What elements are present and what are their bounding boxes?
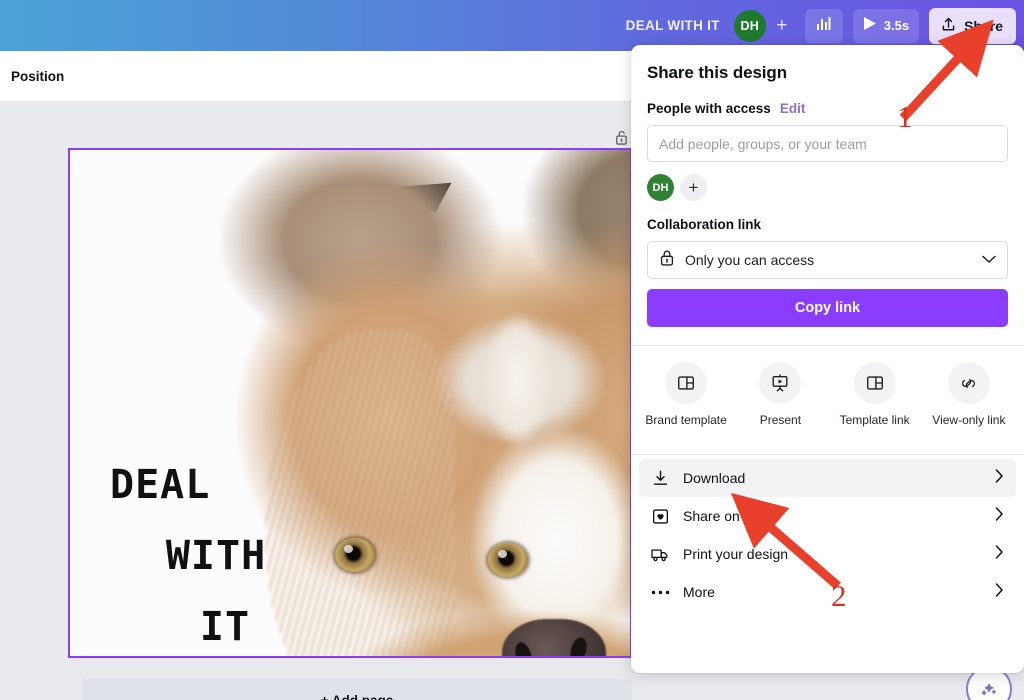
meme-line-2: WITH	[165, 533, 267, 580]
present-icon	[759, 362, 802, 404]
quick-actions-row: Brand template Present Template link Vie…	[631, 346, 1024, 436]
quick-action-label: Template link	[839, 413, 910, 427]
share-menu-list: Download Share on social Print your desi…	[631, 455, 1024, 619]
people-with-access-row: People with access Edit	[647, 101, 1008, 116]
menu-item-print-your-design[interactable]: Print your design	[639, 535, 1016, 573]
access-level-value: Only you can access	[685, 252, 815, 268]
quick-action-view-only-link[interactable]: View-only link	[922, 362, 1016, 428]
print-truck-icon	[650, 545, 670, 564]
dog-eye-left	[488, 543, 528, 577]
top-bar: DEAL WITH IT DH + 3.5s Share	[0, 0, 1024, 51]
download-icon	[650, 469, 670, 488]
add-member-button[interactable]: +	[680, 174, 707, 201]
share-upload-icon	[940, 16, 957, 36]
add-collaborator-button[interactable]: +	[769, 13, 795, 39]
collaboration-link-label: Collaboration link	[647, 217, 762, 232]
bar-chart-icon	[815, 15, 832, 37]
eye-highlight	[344, 545, 353, 553]
dog-eye-right	[335, 538, 375, 572]
copy-link-button[interactable]: Copy link	[647, 289, 1008, 327]
menu-item-share-on-social[interactable]: Share on social	[639, 497, 1016, 535]
quick-action-present[interactable]: Present	[733, 362, 827, 428]
people-with-access-label: People with access	[647, 101, 771, 116]
document-title: DEAL WITH IT	[625, 18, 720, 33]
quick-action-label: Present	[759, 413, 802, 427]
quick-action-label: View-only link	[932, 413, 1006, 427]
member-list: DH +	[647, 174, 1008, 201]
position-button[interactable]: Position	[11, 69, 64, 84]
invite-people-input[interactable]: Add people, groups, or your team	[647, 125, 1008, 162]
meme-line-3: IT	[199, 604, 251, 651]
menu-item-label: More	[683, 584, 715, 600]
analytics-button[interactable]	[804, 8, 843, 43]
present-duration: 3.5s	[883, 18, 910, 33]
chevron-right-icon	[995, 468, 1004, 488]
edit-access-link[interactable]: Edit	[780, 101, 806, 116]
chevron-right-icon	[995, 506, 1004, 526]
share-panel: Share this design People with access Edi…	[631, 45, 1024, 673]
chevron-down-icon	[982, 251, 996, 269]
unlock-icon[interactable]	[610, 126, 632, 148]
menu-item-more[interactable]: More	[639, 573, 1016, 611]
template-link-icon	[853, 362, 896, 404]
invite-placeholder: Add people, groups, or your team	[659, 135, 867, 152]
share-button-label: Share	[964, 17, 1003, 34]
menu-item-download[interactable]: Download	[639, 459, 1016, 497]
chevron-right-icon	[995, 582, 1004, 602]
copy-link-label: Copy link	[794, 300, 861, 316]
view-only-link-icon	[947, 362, 990, 404]
share-button[interactable]: Share	[929, 7, 1016, 44]
avatar[interactable]: DH	[733, 9, 766, 42]
present-button[interactable]: 3.5s	[852, 8, 920, 43]
quick-action-template-link[interactable]: Template link	[828, 362, 922, 428]
member-avatar[interactable]: DH	[647, 174, 674, 201]
share-panel-title: Share this design	[647, 63, 788, 82]
meme-line-1: DEAL	[110, 462, 211, 508]
design-canvas[interactable]: DEAL WITH IT	[68, 148, 632, 658]
play-icon	[863, 16, 877, 36]
more-dots-icon	[650, 589, 670, 596]
add-page-label: + Add page	[320, 692, 394, 700]
meme-text-block[interactable]: DEAL WITH IT	[98, 450, 328, 656]
lock-icon	[659, 249, 675, 272]
menu-item-label: Print your design	[683, 546, 789, 562]
menu-item-label: Download	[683, 470, 746, 486]
menu-item-label: Share on social	[683, 508, 780, 524]
canva-editor-screen: DEAL WITH IT DH + 3.5s Share Position DE…	[0, 0, 1024, 700]
quick-action-label: Brand template	[645, 413, 727, 427]
collaborator-group: DH +	[733, 9, 795, 42]
access-level-select[interactable]: Only you can access	[647, 241, 1008, 279]
brand-template-icon	[665, 362, 708, 404]
share-social-icon	[650, 507, 670, 526]
quick-action-brand-template[interactable]: Brand template	[639, 362, 733, 428]
eye-highlight	[498, 550, 507, 558]
chevron-right-icon	[995, 544, 1004, 564]
add-page-button[interactable]: + Add page	[82, 679, 632, 700]
dog-blaze	[478, 300, 558, 460]
